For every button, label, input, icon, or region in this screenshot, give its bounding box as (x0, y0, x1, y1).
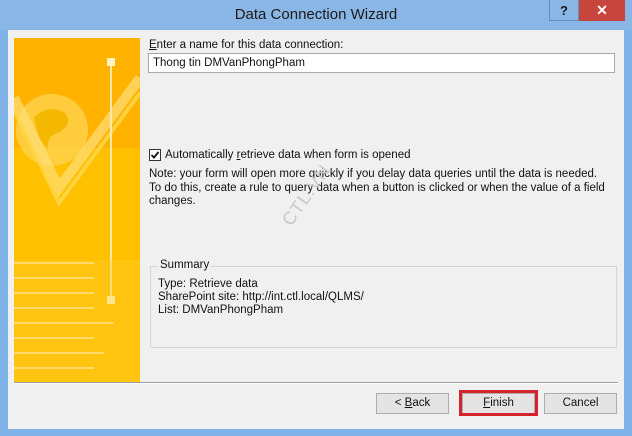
window-title: Data Connection Wizard (234, 6, 398, 23)
summary-site: SharePoint site: http://int.ctl.local/QL… (158, 291, 364, 303)
button-separator (14, 382, 618, 384)
connection-name-input[interactable] (148, 53, 615, 73)
connection-name-label: Enter a name for this data connection: (149, 39, 344, 51)
wizard-banner-image (14, 38, 140, 383)
auto-retrieve-label[interactable]: Automatically retrieve data when form is… (165, 149, 410, 161)
note-line: changes. (149, 195, 196, 207)
cancel-button[interactable]: Cancel (544, 393, 617, 414)
wizard-window: Data Connection Wizard ? ✕ Enter a name … (0, 0, 632, 436)
finish-highlight-box (459, 390, 538, 416)
auto-retrieve-checkbox[interactable] (149, 149, 161, 161)
performance-note: Note: your form will open more quickly i… (149, 168, 619, 209)
title-bar[interactable]: Data Connection Wizard ? ✕ (0, 0, 632, 30)
close-button[interactable]: ✕ (579, 0, 625, 21)
checkmark-icon (150, 151, 160, 159)
note-line: Note: your form will open more quickly i… (149, 168, 598, 180)
summary-list: List: DMVanPhongPham (158, 304, 284, 316)
wizard-body: Enter a name for this data connection: A… (8, 30, 624, 429)
summary-heading: Summary (158, 259, 212, 271)
note-line: To do this, create a rule to query data … (149, 181, 605, 194)
back-button[interactable]: < Back (376, 393, 449, 414)
help-button[interactable]: ? (549, 0, 579, 21)
summary-type: Type: Retrieve data (158, 278, 258, 290)
